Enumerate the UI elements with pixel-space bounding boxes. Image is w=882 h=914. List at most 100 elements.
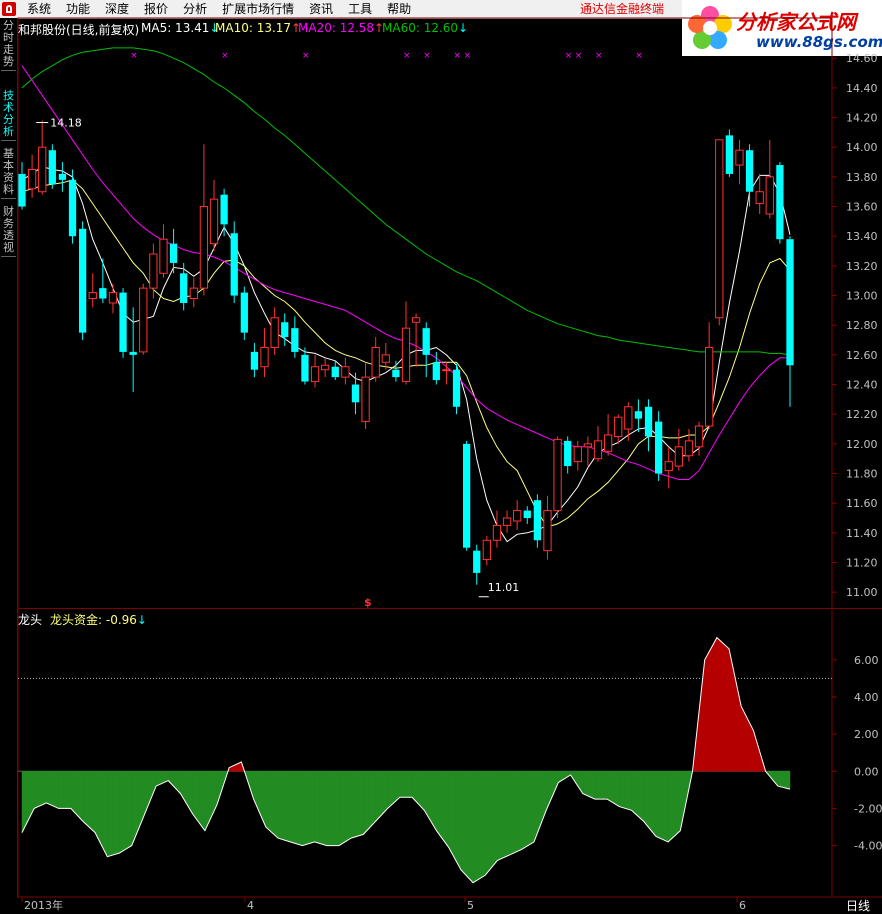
indicator-fill	[277, 771, 291, 843]
indicator-fill	[399, 771, 413, 798]
candle-body	[270, 317, 279, 348]
candle-down	[392, 360, 400, 382]
candle-body	[321, 364, 330, 371]
candle-up	[108, 283, 118, 314]
candle-down	[634, 399, 643, 432]
candle-body	[220, 194, 228, 225]
candle-body	[199, 206, 209, 289]
candle-body	[452, 369, 461, 407]
indicator-fill	[655, 771, 669, 843]
candle-body	[492, 524, 502, 541]
price-tick-label: 12.40	[846, 379, 878, 392]
signal-marker: ×	[221, 51, 229, 61]
candle-body	[209, 198, 219, 245]
signal-marker: ×	[575, 51, 583, 61]
candle-up	[270, 307, 279, 355]
candle-up	[593, 426, 603, 462]
candle-up	[199, 144, 209, 296]
candle-body	[149, 253, 158, 289]
candle-body	[765, 176, 774, 215]
indicator-fill	[716, 637, 730, 772]
indicator-fill	[545, 771, 559, 811]
indicator-fill	[643, 771, 657, 837]
candle-up	[583, 436, 593, 467]
candle-up	[442, 362, 451, 385]
candle-body	[108, 292, 118, 304]
candle-up	[573, 440, 582, 471]
indicator-fill	[533, 771, 547, 842]
indicator-fill	[58, 771, 72, 809]
candle-body	[603, 434, 613, 452]
kline-chart[interactable]: 14.60 14.40 14.20 14.00 13.80 13.60 13.40 13.20…	[0, 0, 882, 914]
candle-body	[786, 239, 794, 366]
candle-up	[321, 357, 330, 378]
ma20-value: MA20: 12.58	[298, 21, 375, 35]
candle-up	[341, 357, 350, 385]
candle-body	[27, 168, 37, 190]
candle-body	[684, 440, 694, 457]
date-tick-label: 4	[247, 899, 254, 912]
candle-up	[684, 429, 694, 462]
candle-up	[381, 343, 390, 370]
ma10-value: MA10: 13.17	[215, 21, 292, 35]
candle-up	[209, 179, 219, 252]
candle-down	[564, 436, 572, 474]
candle-down	[654, 411, 663, 481]
candle-body	[634, 411, 643, 419]
high-label: 14.18	[50, 117, 82, 130]
price-tick-label: 14.00	[846, 141, 878, 154]
candle-body	[341, 366, 350, 378]
candle-body	[351, 384, 360, 403]
candlesticks[interactable]	[18, 120, 794, 585]
candle-body	[745, 150, 754, 192]
candle-body	[371, 346, 380, 378]
ma5-readout: MA5: 13.41↓	[141, 21, 219, 35]
candle-body	[99, 288, 107, 299]
candle-up	[624, 402, 633, 441]
candle-body	[230, 233, 238, 296]
price-tick-label: 11.20	[846, 557, 878, 570]
signal-marker: ×	[595, 51, 603, 61]
period-label[interactable]: 日线	[846, 897, 870, 914]
candle-body	[78, 228, 87, 333]
candle-up	[149, 243, 158, 299]
indicator-area	[21, 636, 791, 884]
candle-up	[502, 510, 512, 533]
candle-down	[776, 162, 784, 244]
signal-marker: ×	[130, 51, 138, 61]
indicator-fill	[472, 771, 486, 884]
indicator-tick-label: 4.00	[854, 691, 879, 704]
price-tick-label: 11.80	[846, 468, 878, 481]
indicator-arrow-icon: ↓	[136, 613, 147, 627]
indicator-fill	[289, 771, 303, 846]
candle-body	[301, 354, 309, 382]
candle-body	[473, 550, 481, 573]
candle-up	[705, 322, 714, 430]
candle-down	[78, 221, 87, 341]
candle-body	[189, 287, 198, 300]
candle-body	[664, 461, 673, 472]
candle-body	[513, 510, 522, 522]
candle-down	[291, 316, 299, 358]
candle-down	[462, 440, 471, 551]
ma10-readout: MA10: 13.17↑	[215, 21, 301, 35]
candle-up	[735, 139, 744, 185]
candle-down	[422, 322, 430, 378]
candle-body	[432, 362, 440, 381]
indicator-fill	[350, 771, 364, 839]
indicator-fill	[497, 771, 510, 861]
candle-body	[553, 438, 562, 512]
candle-up	[614, 414, 623, 444]
indicator-fill	[436, 771, 449, 849]
candle-body	[392, 369, 400, 378]
date-tick-label: 2013年	[24, 898, 63, 912]
indicator-fill	[70, 771, 84, 823]
candle-body	[614, 416, 623, 437]
indicator-fill	[363, 771, 376, 836]
stock-title: 和邦股份(日线,前复权)	[18, 23, 140, 37]
indicator-fill	[155, 771, 169, 787]
candle-body	[281, 322, 289, 338]
candle-body	[422, 328, 430, 355]
signal-marker: ×	[464, 51, 472, 61]
indicator-fill	[314, 771, 328, 846]
